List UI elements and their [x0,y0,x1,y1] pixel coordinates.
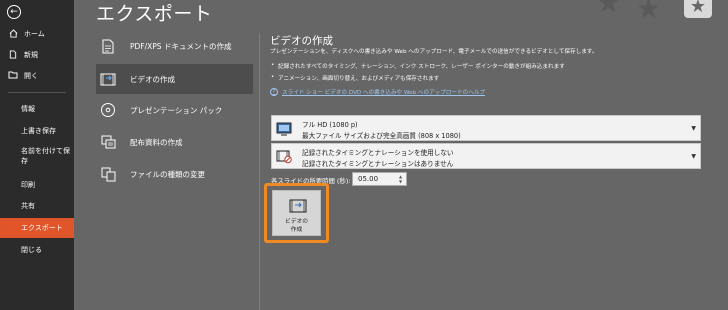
nav-item-label: 名前を付けて保存 [21,147,70,165]
back-button[interactable]: ← [7,5,21,19]
duration-value: 05.00 [358,175,379,183]
chevron-down-icon: ▼ [691,153,696,160]
page-title: エクスポート [96,3,213,25]
nav-item-share[interactable]: 共有 [0,196,74,216]
dropdown-secondary-text: 記録されたタイミングとナレーションはありません [302,160,454,168]
dropdown-primary-text: 記録されたタイミングとナレーションを使用しない [302,149,454,157]
nav-item-save[interactable]: 上書き保存 [0,121,74,141]
nav-item-label: 閉じる [21,246,42,254]
nav-item-info[interactable]: 情報 [0,99,74,119]
nav-item-label: 上書き保存 [21,127,56,135]
nav-item-home[interactable]: ホーム [0,24,74,44]
nav-item-label: 印刷 [21,181,35,189]
disc-package-icon [100,102,116,118]
folder-open-icon [8,71,18,81]
file-type-change-icon [100,166,116,182]
no-recording-icon [276,149,292,164]
create-video-label-2: 作成 [290,227,303,233]
export-option-label: 配布資料の作成 [130,137,183,147]
export-option-pdf[interactable]: PDF/XPS ドキュメントの作成 [96,31,253,61]
export-option-label: ビデオの作成 [130,74,175,84]
help-link-text: スライド ショー ビデオの DVD への書き込みや Web へのアップロードのヘ… [282,90,486,96]
video-quality-dropdown[interactable]: フル HD (1080 p) 最大ファイル サイズおよび完全高画質 (808 x… [271,115,701,141]
back-arrow-icon: ← [10,6,18,17]
export-option-change-file-type[interactable]: ファイルの種類の変更 [96,159,253,189]
export-option-package[interactable]: プレゼンテーション パック [96,95,253,125]
chevron-down-icon: ▼ [691,125,696,132]
nav-item-label: 開く [24,72,38,80]
export-option-label: ファイルの種類の変更 [130,169,205,179]
backstage-nav: ← ホーム 新規 開く 情報 上書き保存 名前を付けて保存 印刷 共有 エクスポ… [0,0,74,310]
video-film-icon [100,71,116,87]
star-icon: ★ [636,0,662,25]
nav-item-close[interactable]: 閉じる [0,240,74,260]
nav-item-label: 共有 [21,202,35,210]
video-export-icon [289,199,307,213]
star-icon: ★ [684,0,712,18]
dropdown-secondary-text: 最大ファイル サイズおよび完全高画質 (808 x 1080) [302,132,461,140]
help-icon: ? [270,88,278,96]
panel-divider [259,33,260,310]
nav-item-export[interactable]: エクスポート [0,218,74,238]
spinner-arrows-icon[interactable]: ▲ ▼ [399,174,405,184]
create-video-button[interactable]: ビデオの 作成 [272,190,321,236]
pdf-document-icon [100,38,116,54]
nav-item-new[interactable]: 新規 [0,45,74,65]
create-video-highlight: ビデオの 作成 [264,183,329,243]
nav-item-label: ホーム [24,30,45,38]
panel-title: ビデオの作成 [270,35,333,47]
export-option-video[interactable]: ビデオの作成 [96,64,253,94]
export-option-label: PDF/XPS ドキュメントの作成 [130,41,232,51]
dropdown-primary-text: フル HD (1080 p) [302,121,358,129]
panel-description: プレゼンテーションを、ディスクへの書き込みや Web へのアップロード、電子メー… [270,49,598,55]
home-icon [8,28,18,40]
export-option-handouts[interactable]: 配布資料の作成 [96,127,253,157]
monitor-icon [276,121,292,136]
nav-item-save-as[interactable]: 名前を付けて保存 [0,146,74,166]
nav-item-label: 新規 [24,51,38,59]
nav-item-label: 情報 [21,105,35,113]
nav-item-print[interactable]: 印刷 [0,175,74,195]
duration-spinner[interactable]: 05.00 ▲ ▼ [352,172,407,186]
nav-divider [8,92,66,93]
help-link[interactable]: ? スライド ショー ビデオの DVD への書き込みや Web へのアップロード… [270,88,485,96]
timing-narration-dropdown[interactable]: 記録されたタイミングとナレーションを使用しない 記録されたタイミングとナレーショ… [271,143,701,169]
handout-icon [100,134,116,150]
panel-bullet: アニメーション、画面切り替え、およびメディアも保存されます [271,74,439,82]
new-document-icon [8,49,18,61]
star-icon: ★ [596,0,622,19]
nav-item-open[interactable]: 開く [0,66,74,86]
nav-item-label: エクスポート [21,224,63,232]
panel-bullet: 記録されたすべてのタイミング、ナレーション、インク ストローク、レーザー ポイン… [271,62,565,70]
export-option-label: プレゼンテーション パック [130,105,223,115]
